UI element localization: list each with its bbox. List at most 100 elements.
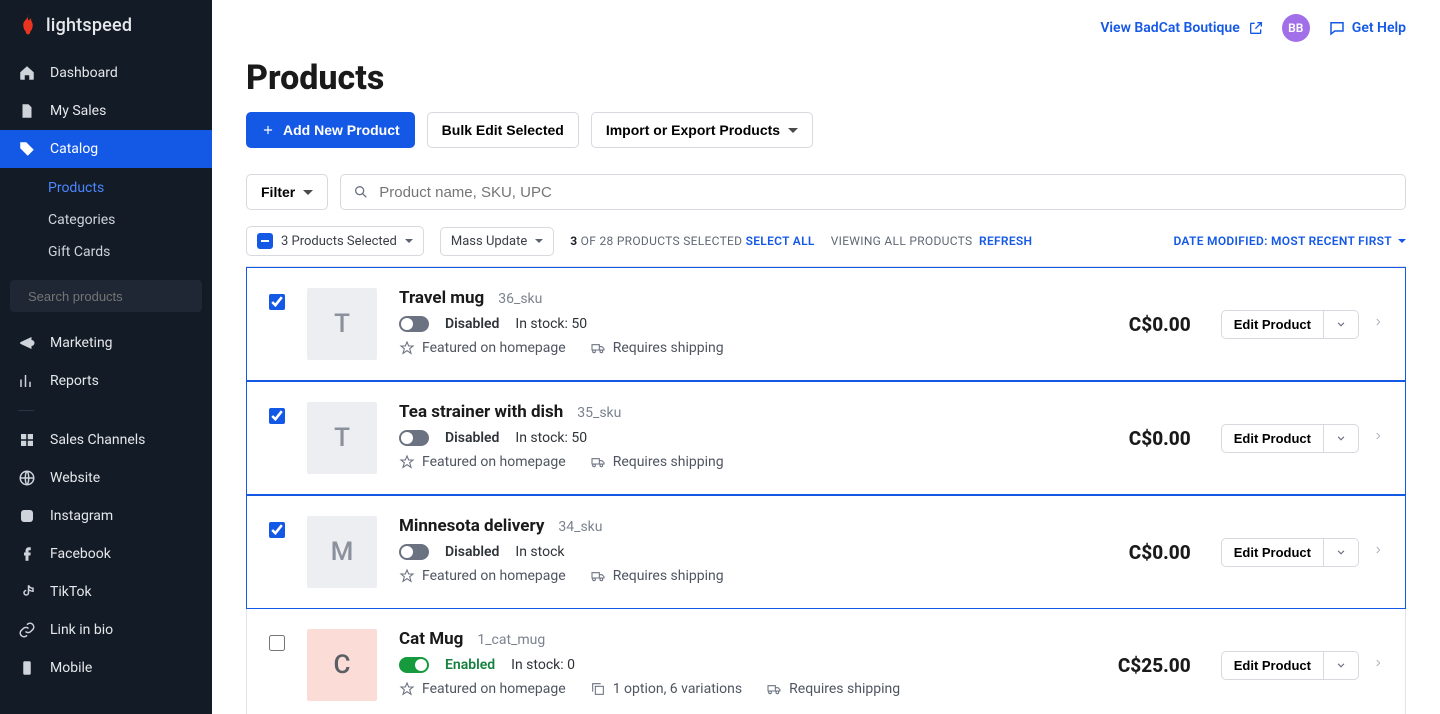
enable-toggle[interactable] [399,430,429,446]
select-all-link[interactable]: SELECT ALL [746,234,815,248]
product-sku: 35_sku [577,405,621,421]
ig-icon [18,507,36,525]
nav-tiktok[interactable]: TikTok [0,573,212,611]
nav-link-in-bio[interactable]: Link in bio [0,611,212,649]
add-label: Add New Product [283,122,400,138]
mobile-icon [18,659,36,677]
product-row: T Tea strainer with dish35_sku Disabled … [246,381,1406,495]
enable-toggle[interactable] [399,657,429,673]
shipping-tag: Requires shipping [590,568,724,584]
product-name: Travel mug [399,288,484,308]
nav-label: Catalog [50,141,98,157]
search-input[interactable] [379,184,1393,201]
row-checkbox[interactable] [269,522,285,538]
flame-icon [18,14,38,36]
product-name: Cat Mug [399,629,463,649]
open-product[interactable] [1373,428,1383,448]
product-row: M Minnesota delivery34_sku Disabled In s… [246,495,1406,609]
import-export-button[interactable]: Import or Export Products [591,112,813,148]
subnav-categories[interactable]: Categories [0,204,212,236]
sidebar-search-input[interactable] [28,289,192,304]
nav-facebook[interactable]: Facebook [0,535,212,573]
avatar[interactable]: BB [1282,14,1310,42]
sort-dropdown[interactable]: DATE MODIFIED: MOST RECENT FIRST [1173,234,1406,248]
page: Products Add New Product Bulk Edit Selec… [212,48,1440,714]
edit-dropdown[interactable] [1324,310,1359,339]
grid-icon [18,431,36,449]
row-checkbox[interactable] [269,294,285,310]
import-label: Import or Export Products [606,122,780,138]
enable-toggle[interactable] [399,316,429,332]
row-checkbox[interactable] [269,635,285,651]
open-product[interactable] [1373,314,1383,334]
nav-instagram[interactable]: Instagram [0,497,212,535]
product-thumb: C [307,629,377,701]
nav: DashboardMy Sales Catalog ProductsCategori… [0,54,212,687]
tt-icon [18,583,36,601]
subnav-products[interactable]: Products [0,172,212,204]
edit-dropdown[interactable] [1324,538,1359,567]
nav-mobile[interactable]: Mobile [0,649,212,687]
home-icon [18,64,36,82]
product-name: Minnesota delivery [399,516,544,536]
featured-tag: Featured on homepage [399,454,566,470]
chevron-down-icon [535,239,543,247]
nav-dashboard[interactable]: Dashboard [0,54,212,92]
bulk-edit-button[interactable]: Bulk Edit Selected [427,112,579,148]
sidebar: lightspeed DashboardMy Sales Catalog Produ… [0,0,212,714]
nav-website[interactable]: Website [0,459,212,497]
mass-update-dropdown[interactable]: Mass Update [440,227,554,256]
nav-label: Reports [50,373,99,389]
filter-button[interactable]: Filter [246,174,328,210]
refresh-link[interactable]: REFRESH [979,234,1032,248]
search-icon [353,184,369,200]
nav-catalog[interactable]: Catalog [0,130,212,168]
nav-label: TikTok [50,584,92,600]
nav-label: Link in bio [50,622,113,638]
action-row: Add New Product Bulk Edit Selected Impor… [246,112,1406,148]
status-label: Disabled [445,430,499,446]
external-link-icon [1248,20,1264,36]
product-name: Tea strainer with dish [399,402,563,422]
edit-product-button[interactable]: Edit Product [1221,651,1324,680]
help-label: Get Help [1352,20,1406,36]
price: C$0.00 [1129,313,1191,336]
shipping-tag: Requires shipping [590,340,724,356]
view-store-link[interactable]: View BadCat Boutique [1100,20,1263,36]
edit-product-button[interactable]: Edit Product [1221,538,1324,567]
brand: lightspeed [0,0,212,54]
doc-icon [18,102,36,120]
enable-toggle[interactable] [399,544,429,560]
subnav-gift-cards[interactable]: Gift Cards [0,236,212,268]
search-field[interactable] [340,174,1406,210]
chevron-down-icon [788,128,798,138]
product-row: C Cat Mug1_cat_mug Enabled In stock: 0 F… [246,609,1406,714]
open-product[interactable] [1373,655,1383,675]
toolbar: 3 Products Selected Mass Update 3 OF 28 … [246,226,1406,256]
price: C$0.00 [1129,541,1191,564]
bars-icon [18,372,36,390]
product-sku: 1_cat_mug [477,632,545,648]
sel-of: OF 28 PRODUCTS SELECTED [577,234,745,248]
sidebar-search[interactable] [10,280,202,312]
nav-marketing[interactable]: Marketing [0,324,212,362]
add-product-button[interactable]: Add New Product [246,112,415,148]
tag-icon [18,140,36,158]
open-product[interactable] [1373,542,1383,562]
nav-reports[interactable]: Reports [0,362,212,400]
nav-label: Facebook [50,546,111,562]
nav-sales-channels[interactable]: Sales Channels [0,421,212,459]
row-checkbox[interactable] [269,408,285,424]
nav-my-sales[interactable]: My Sales [0,92,212,130]
featured-tag: Featured on homepage [399,340,566,356]
edit-product-button[interactable]: Edit Product [1221,310,1324,339]
product-rows: T Travel mug36_sku Disabled In stock: 50… [246,266,1406,714]
edit-dropdown[interactable] [1324,651,1359,680]
stock-text: In stock: 50 [515,430,587,446]
help-link[interactable]: Get Help [1328,19,1406,37]
filter-label: Filter [261,184,295,200]
edit-product-button[interactable]: Edit Product [1221,424,1324,453]
selection-dropdown[interactable]: 3 Products Selected [246,226,424,256]
edit-dropdown[interactable] [1324,424,1359,453]
selection-summary: 3 OF 28 PRODUCTS SELECTED SELECT ALL [570,234,814,248]
